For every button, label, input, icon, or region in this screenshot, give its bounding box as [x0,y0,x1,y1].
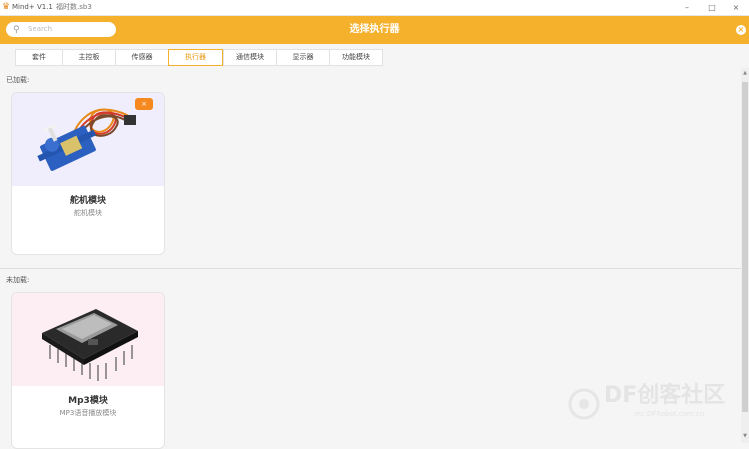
mp3-module-card[interactable]: Mp3模块 MP3语音播放模块 [11,292,165,449]
scroll-up-icon[interactable]: ▲ [741,70,749,76]
app-title: Mind+ V1.1 [12,3,53,11]
module-name: Mp3模块 [68,396,108,406]
tab-communication[interactable]: 通信模块 [223,49,276,66]
dialog-title: 选择执行器 [349,24,400,35]
tab-kit[interactable]: 套件 [15,49,62,66]
module-description: MP3语音播放模块 [59,409,117,417]
remove-module-button[interactable]: × [135,98,153,110]
unloaded-section-label: 未加载: [6,276,30,284]
tab-mainboard[interactable]: 主控板 [62,49,115,66]
mp3-module-image [12,293,164,386]
window-titlebar: ♛ Mind+ V1.1 福时数.sb3 – □ × [0,0,749,16]
module-description: 舵机模块 [74,209,102,217]
loaded-section-label: 已加载: [6,76,30,84]
servo-module-card[interactable]: × 舵机模块 舵机模块 [11,92,165,255]
watermark-text: DF创客社区 [604,383,726,408]
tab-actuator[interactable]: 执行器 [168,49,223,66]
tab-display[interactable]: 显示器 [276,49,329,66]
scroll-down-icon[interactable]: ▼ [741,433,749,439]
category-tabs: 套件 主控板 传感器 执行器 通信模块 显示器 功能模块 [15,49,383,66]
module-name: 舵机模块 [69,196,106,206]
section-divider [0,268,741,269]
file-name: 福时数.sb3 [56,3,92,11]
tab-sensor[interactable]: 传感器 [115,49,168,66]
vertical-scrollbar[interactable]: ▲ ▼ [741,68,749,443]
watermark: DF创客社区 mc.DFRobot.com.cn [560,382,740,422]
window-close-button[interactable]: × [727,1,745,14]
close-icon[interactable]: × [736,25,746,35]
maximize-button[interactable]: □ [703,1,721,14]
minimize-button[interactable]: – [678,1,696,14]
tab-function[interactable]: 功能模块 [329,49,383,66]
app-logo-icon: ♛ [2,2,11,12]
scrollbar-thumb[interactable] [742,82,748,412]
watermark-subtext: mc.DFRobot.com.cn [634,410,705,418]
dialog-header: ⚲ 选择执行器 × [0,16,749,44]
